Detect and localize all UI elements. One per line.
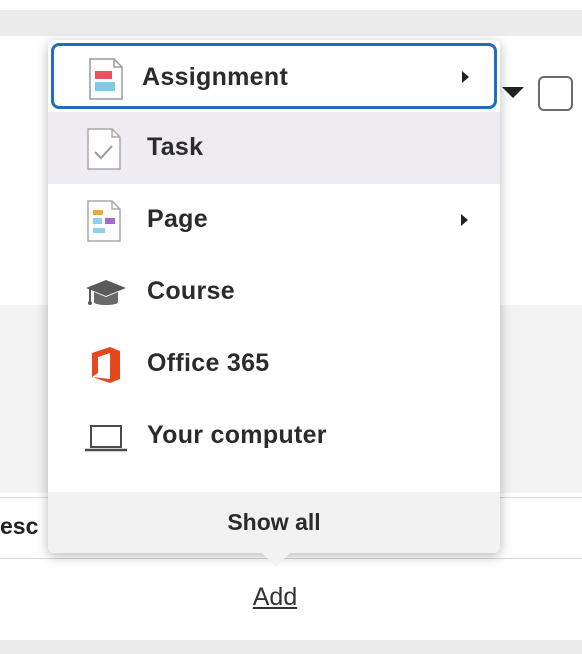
show-all-button[interactable]: Show all: [48, 492, 500, 553]
menu-item-label: Your computer: [147, 421, 327, 449]
menu-item-office-365[interactable]: Office 365: [48, 328, 500, 400]
menu-item-assignment[interactable]: Assignment: [51, 43, 497, 109]
menu-item-label: Page: [147, 205, 208, 233]
menu-pointer: [262, 553, 290, 567]
menu-item-label: Task: [147, 133, 204, 161]
task-icon: [84, 128, 128, 170]
chevron-right-icon: [461, 214, 468, 226]
select-checkbox[interactable]: [538, 76, 573, 111]
column-header-fragment: esc: [0, 513, 39, 539]
dropdown-caret-icon[interactable]: [502, 87, 524, 98]
assignment-icon: [84, 58, 128, 100]
page-header-band: [0, 10, 582, 36]
menu-item-your-computer[interactable]: Your computer: [48, 400, 500, 472]
menu-item-page[interactable]: Page: [48, 184, 500, 256]
menu-item-course[interactable]: Course: [48, 256, 500, 328]
graduation-cap-icon: [84, 272, 128, 314]
menu-item-label: Assignment: [142, 63, 289, 91]
page-footer-band: [0, 640, 582, 654]
office-365-icon: [84, 344, 128, 386]
menu-item-label: Office 365: [147, 349, 270, 377]
menu-item-task[interactable]: Task: [48, 112, 500, 184]
add-menu: Assignment Task Page Course Office 365 Y…: [48, 40, 500, 553]
page-icon: [84, 200, 128, 242]
add-link[interactable]: Add: [0, 583, 550, 612]
laptop-icon: [84, 416, 128, 458]
chevron-right-icon: [462, 71, 469, 83]
menu-item-label: Course: [147, 277, 235, 305]
